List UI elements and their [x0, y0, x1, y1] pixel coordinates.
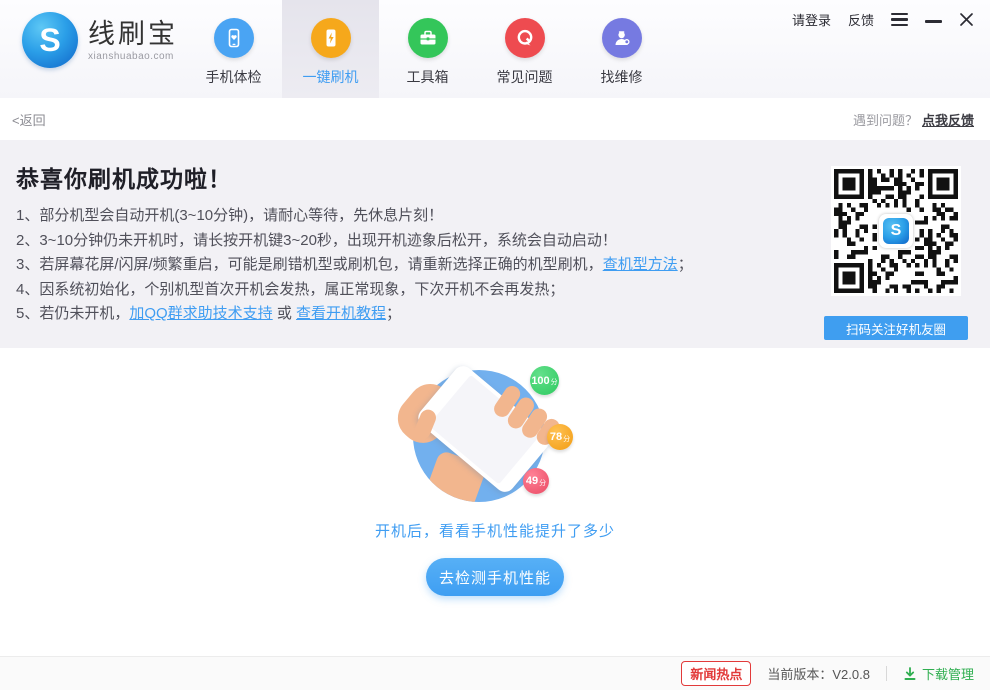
app-domain: xianshuabao.com: [88, 51, 178, 62]
boot-tutorial-link[interactable]: 查看开机教程: [296, 305, 386, 322]
window-controls: 请登录 反馈: [792, 10, 974, 29]
scan-follow-button[interactable]: 扫码关注好机友圈: [824, 316, 968, 340]
main-nav: 手机体检 一键刷机: [185, 0, 670, 98]
logo-text: 线刷宝 xianshuabao.com: [88, 19, 178, 62]
download-icon: [903, 667, 917, 681]
menu-icon[interactable]: [891, 11, 908, 28]
app-window: S 线刷宝 xianshuabao.com 手机体检: [0, 0, 990, 690]
performance-caption: 开机后，看看手机性能提升了多少: [0, 520, 990, 541]
app-header: S 线刷宝 xianshuabao.com 手机体检: [0, 0, 990, 98]
nav-label: 一键刷机: [303, 67, 359, 87]
news-hotspot-button[interactable]: 新闻热点: [681, 661, 751, 686]
app-name: 线刷宝: [88, 19, 178, 49]
qr-logo-letter: S: [883, 218, 909, 244]
question-icon: [505, 18, 545, 58]
tip-5-text: 5、若仍未开机，: [16, 305, 129, 322]
phone-flash-icon: [311, 18, 351, 58]
tip-5-mid: 或: [273, 305, 296, 322]
logo-sphere-icon: S: [22, 12, 78, 68]
toolbox-icon: [408, 18, 448, 58]
nav-item-phone-health[interactable]: 手机体检: [185, 0, 282, 98]
qr-code: S: [831, 166, 961, 296]
qq-group-link[interactable]: 加QQ群求助技术支持: [129, 305, 272, 322]
score-unit: 分: [551, 377, 558, 387]
nav-label: 手机体检: [206, 67, 262, 87]
close-icon[interactable]: [959, 12, 974, 27]
tip-3-text: 3、若屏幕花屏/闪屏/频繁重启，可能是刷错机型或刷机包，请重新选择正确的机型刷机…: [16, 256, 603, 273]
sub-toolbar: <返回 遇到问题？ 点我反馈: [0, 98, 990, 140]
nav-item-toolbox[interactable]: 工具箱: [379, 0, 476, 98]
logo-letter: S: [39, 24, 60, 56]
app-logo: S 线刷宝 xianshuabao.com: [22, 12, 178, 68]
status-footer: 新闻热点 当前版本：V2.0.8 下载管理: [0, 656, 990, 690]
back-button[interactable]: <返回: [12, 110, 46, 129]
nav-label: 找维修: [601, 67, 643, 87]
score-unit: 分: [563, 434, 570, 444]
nav-item-one-key-flash[interactable]: 一键刷机: [282, 0, 379, 98]
score-unit: 分: [539, 478, 546, 488]
repairman-icon: [602, 18, 642, 58]
version-label: 当前版本：V2.0.8: [767, 664, 870, 683]
score-value: 78: [550, 431, 562, 443]
nav-label: 常见问题: [497, 67, 553, 87]
score-badge-100: 100分: [530, 366, 559, 395]
feedback-link[interactable]: 反馈: [848, 10, 874, 29]
minimize-icon[interactable]: [925, 20, 942, 22]
score-value: 100: [531, 375, 549, 387]
problem-feedback-link[interactable]: 点我反馈: [922, 110, 974, 129]
qr-panel: S 扫码关注好机友圈: [824, 166, 968, 340]
nav-item-repair[interactable]: 找维修: [573, 0, 670, 98]
tip-5-suffix: ；: [386, 305, 401, 322]
nav-label: 工具箱: [407, 67, 449, 87]
qr-center-logo-icon: S: [879, 214, 913, 248]
tip-3-suffix: ；: [678, 256, 693, 273]
problem-area: 遇到问题？ 点我反馈: [853, 110, 974, 129]
result-section: 100分 78分 49分 开机后，看看手机性能提升了多少 去检测手机性能: [0, 348, 990, 656]
success-notice-section: 恭喜你刷机成功啦！ 1、部分机型会自动开机(3~10分钟)，请耐心等待，先休息片…: [0, 140, 990, 348]
score-badge-49: 49分: [523, 468, 549, 494]
score-badge-78: 78分: [547, 424, 573, 450]
check-model-link[interactable]: 查机型方法: [603, 256, 678, 273]
download-manager-button[interactable]: 下载管理: [903, 664, 974, 683]
nav-item-faq[interactable]: 常见问题: [476, 0, 573, 98]
footer-divider: [886, 666, 887, 681]
score-value: 49: [526, 475, 538, 487]
phone-health-icon: [214, 18, 254, 58]
check-performance-button[interactable]: 去检测手机性能: [426, 558, 564, 596]
login-link[interactable]: 请登录: [792, 10, 831, 29]
problem-hint: 遇到问题？: [853, 110, 918, 129]
download-label: 下载管理: [922, 664, 974, 683]
